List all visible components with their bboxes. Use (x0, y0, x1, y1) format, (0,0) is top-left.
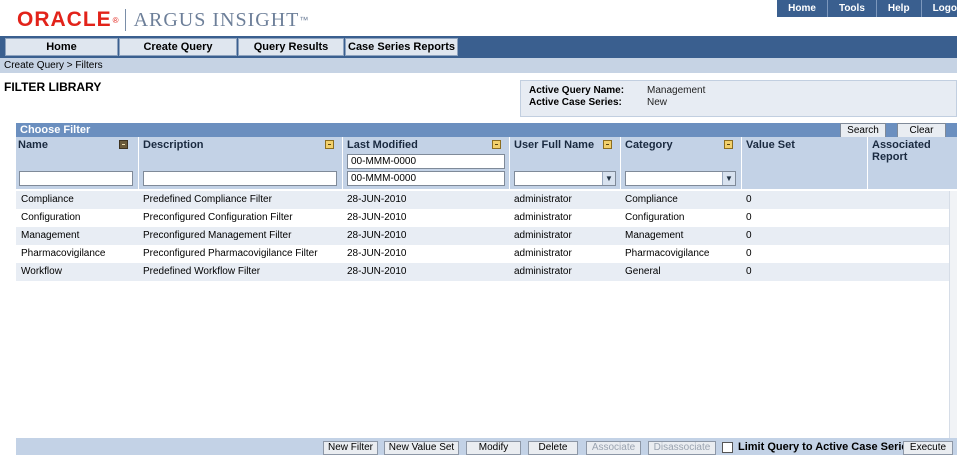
column-header-last-modified[interactable]: Last Modified (347, 139, 418, 151)
nav-tab-home[interactable]: Home (5, 38, 118, 56)
column-divider (741, 137, 742, 189)
logo-registered-mark: ® (112, 15, 119, 25)
column-header-associated-report[interactable]: Associated Report (872, 139, 952, 163)
limit-query-label: Limit Query to Active Case Series (738, 441, 914, 453)
sort-icon[interactable] (603, 140, 612, 149)
row-category: Management (625, 230, 684, 241)
row-last-modified: 28-JUN-2010 (347, 266, 407, 277)
row-description: Preconfigured Pharmacovigilance Filter (143, 248, 318, 259)
logo-product-text: ARGUS INSIGHT (133, 8, 300, 31)
column-header-name[interactable]: Name (18, 139, 48, 151)
active-case-series-value: New (647, 97, 668, 108)
table-row[interactable]: Workflow Predefined Workflow Filter 28-J… (16, 263, 957, 281)
sort-icon[interactable] (492, 140, 501, 149)
top-link-help[interactable]: Help (875, 0, 921, 17)
row-category: Configuration (625, 212, 685, 223)
nav-tab-create-query[interactable]: Create Query (119, 38, 237, 56)
category-select[interactable]: ▼ (625, 171, 736, 186)
clear-button[interactable]: Clear (897, 123, 946, 138)
table-row[interactable]: Compliance Predefined Compliance Filter … (16, 191, 957, 209)
column-divider (867, 137, 868, 189)
user-full-name-select[interactable]: ▼ (514, 171, 616, 186)
logo-oracle-text: ORACLE (17, 8, 112, 31)
active-case-series-label: Active Case Series: (529, 97, 622, 108)
logo-trademark: ™ (299, 15, 309, 25)
page-title: FILTER LIBRARY (4, 80, 102, 94)
row-value-set: 0 (746, 266, 752, 277)
chevron-down-icon: ▼ (602, 172, 615, 185)
search-button[interactable]: Search (840, 123, 886, 138)
sort-icon[interactable] (119, 140, 128, 149)
table-row[interactable]: Management Preconfigured Management Filt… (16, 227, 957, 245)
new-value-set-button[interactable]: New Value Set (384, 441, 459, 455)
row-last-modified: 28-JUN-2010 (347, 230, 407, 241)
table-row[interactable]: Configuration Preconfigured Configuratio… (16, 209, 957, 227)
app-header: ORACLE ® ARGUS INSIGHT ™ Home Tools Help L… (0, 0, 957, 36)
row-name: Configuration (21, 212, 81, 223)
row-value-set: 0 (746, 212, 752, 223)
row-user: administrator (514, 212, 572, 223)
associate-button[interactable]: Associate (586, 441, 641, 455)
breadcrumb: Create Query > Filters (0, 58, 957, 73)
main-nav: Home Create Query Query Results Case Ser… (0, 36, 957, 58)
logo-divider (124, 9, 126, 31)
table-row[interactable]: Pharmacovigilance Preconfigured Pharmaco… (16, 245, 957, 263)
sort-icon[interactable] (325, 140, 334, 149)
grid-scrollbar[interactable] (949, 191, 957, 438)
row-description: Predefined Compliance Filter (143, 194, 272, 205)
column-divider (620, 137, 621, 189)
active-query-info: Active Query Name: Management Active Cas… (520, 80, 957, 117)
row-name: Management (21, 230, 80, 241)
row-last-modified: 28-JUN-2010 (347, 194, 407, 205)
top-link-tools[interactable]: Tools (826, 0, 876, 17)
top-link-logout[interactable]: Logo (920, 0, 957, 17)
description-filter-input[interactable] (143, 171, 337, 186)
column-divider (138, 137, 139, 189)
nav-tab-query-results[interactable]: Query Results (238, 38, 344, 56)
name-filter-input[interactable] (19, 171, 133, 186)
row-name: Compliance (21, 194, 74, 205)
active-query-name-label: Active Query Name: (529, 85, 625, 96)
oracle-argus-logo: ORACLE ® ARGUS INSIGHT ™ (17, 8, 308, 32)
column-divider (342, 137, 343, 189)
top-link-home[interactable]: Home (777, 0, 827, 17)
column-header-category[interactable]: Category (625, 139, 673, 151)
row-value-set: 0 (746, 230, 752, 241)
modify-button[interactable]: Modify (466, 441, 521, 455)
column-divider (509, 137, 510, 189)
last-modified-from-input[interactable] (347, 154, 505, 169)
row-last-modified: 28-JUN-2010 (347, 212, 407, 223)
row-user: administrator (514, 194, 572, 205)
row-category: Compliance (625, 194, 678, 205)
disassociate-button[interactable]: Disassociate (648, 441, 716, 455)
row-last-modified: 28-JUN-2010 (347, 248, 407, 259)
chevron-down-icon: ▼ (722, 172, 735, 185)
sort-icon[interactable] (724, 140, 733, 149)
column-header-value-set[interactable]: Value Set (746, 139, 795, 151)
row-description: Preconfigured Management Filter (143, 230, 292, 241)
row-name: Workflow (21, 266, 62, 277)
row-name: Pharmacovigilance (21, 248, 106, 259)
row-value-set: 0 (746, 194, 752, 205)
top-links: Home Tools Help Logo (777, 0, 957, 17)
row-description: Predefined Workflow Filter (143, 266, 261, 277)
new-filter-button[interactable]: New Filter (323, 441, 378, 455)
last-modified-to-input[interactable] (347, 171, 505, 186)
row-category: Pharmacovigilance (625, 248, 710, 259)
row-user: administrator (514, 230, 572, 241)
row-user: administrator (514, 266, 572, 277)
limit-query-checkbox[interactable] (722, 442, 733, 453)
column-header-description[interactable]: Description (143, 139, 204, 151)
delete-button[interactable]: Delete (528, 441, 578, 455)
row-description: Preconfigured Configuration Filter (143, 212, 293, 223)
row-user: administrator (514, 248, 572, 259)
choose-filter-bar: Choose Filter Search Clear (16, 123, 957, 138)
nav-tab-case-series-reports[interactable]: Case Series Reports (345, 38, 458, 56)
choose-filter-title: Choose Filter (20, 124, 91, 136)
column-header-user-full-name[interactable]: User Full Name (514, 139, 594, 151)
execute-button[interactable]: Execute (903, 441, 953, 455)
row-category: General (625, 266, 661, 277)
active-query-name-value: Management (647, 85, 706, 96)
row-value-set: 0 (746, 248, 752, 259)
